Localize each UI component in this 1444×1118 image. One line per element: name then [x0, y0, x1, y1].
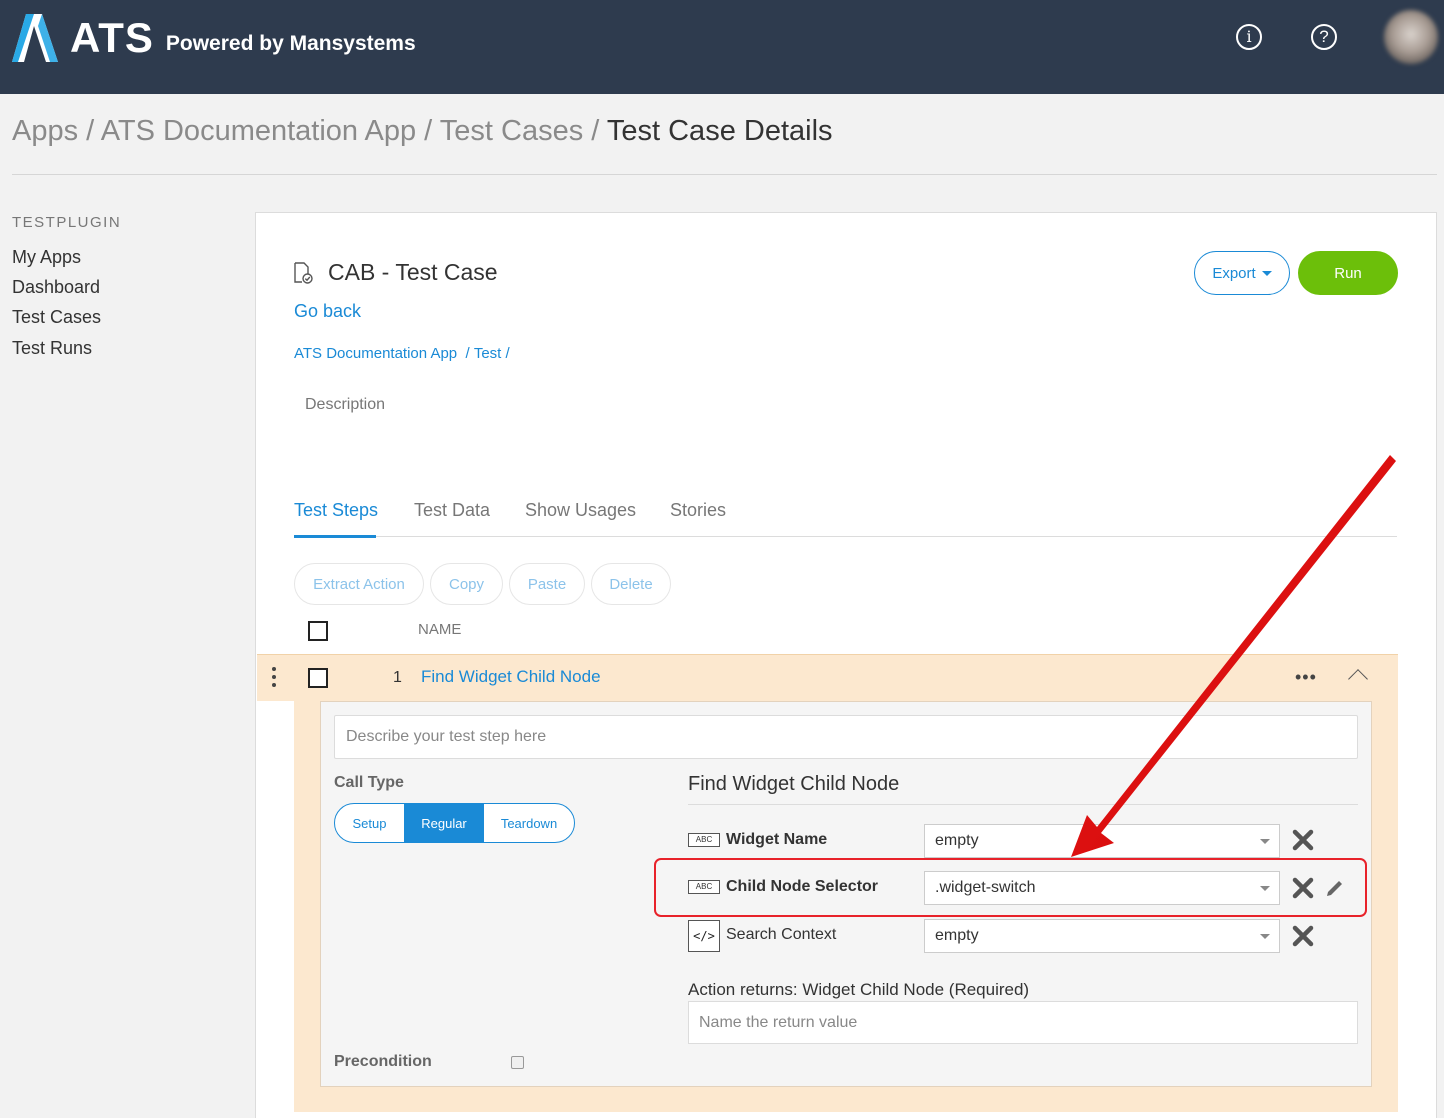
call-type-teardown[interactable]: Teardown [484, 804, 574, 842]
call-type-setup[interactable]: Setup [335, 804, 404, 842]
export-label: Export [1212, 264, 1256, 282]
test-case-path: ATS Documentation App / Test / [294, 345, 510, 362]
path-separator: / [501, 345, 510, 362]
precondition-checkbox[interactable] [511, 1056, 524, 1069]
path-folder-link[interactable]: Test [474, 345, 502, 362]
sidebar-item-test-cases[interactable]: Test Cases [12, 307, 101, 328]
test-case-title: CAB - Test Case [328, 259, 498, 285]
name-column-header: NAME [418, 621, 462, 638]
tab-stories[interactable]: Stories [670, 500, 726, 521]
code-type-icon: </> [688, 920, 720, 952]
breadcrumb: Apps / ATS Documentation App / Test Case… [12, 115, 833, 148]
top-bar: ATS Powered by Mansystems i ? [0, 0, 1444, 94]
path-separator: / [461, 345, 474, 362]
step-name-link[interactable]: Find Widget Child Node [421, 667, 601, 687]
caret-down-icon [1261, 270, 1272, 276]
precondition-label: Precondition [334, 1053, 432, 1070]
path-app-link[interactable]: ATS Documentation App [294, 345, 457, 362]
action-returns-label: Action returns: Widget Child Node (Requi… [688, 980, 1030, 999]
string-type-icon: ABC [688, 833, 720, 847]
logo-text: ATS [70, 14, 154, 61]
test-case-icon [294, 262, 313, 284]
tab-test-data[interactable]: Test Data [414, 500, 490, 521]
run-button[interactable]: Run [1298, 251, 1398, 295]
breadcrumb-current: Test Case Details [606, 115, 833, 147]
tabs-divider [294, 536, 1397, 537]
param-value-select[interactable]: empty [924, 824, 1280, 858]
extract-action-button[interactable]: Extract Action [294, 563, 424, 605]
annotation-highlight-box [654, 858, 1367, 917]
ats-logo-mark-icon [12, 14, 58, 62]
help-icon[interactable]: ? [1311, 24, 1337, 50]
param-name: Search Context [726, 926, 837, 943]
delete-button[interactable]: Delete [591, 563, 671, 605]
breadcrumb-apps[interactable]: Apps [12, 115, 78, 147]
step-description-input[interactable]: Describe your test step here [334, 715, 1358, 759]
sidebar-item-my-apps[interactable]: My Apps [12, 247, 81, 268]
row-checkbox[interactable] [308, 668, 328, 688]
select-all-checkbox[interactable] [308, 621, 328, 641]
paste-button[interactable]: Paste [509, 563, 585, 605]
param-name: Widget Name [726, 831, 828, 848]
ats-logo[interactable]: ATS Powered by Mansystems [12, 14, 416, 62]
more-options-icon[interactable]: ••• [1295, 668, 1317, 686]
tab-test-steps[interactable]: Test Steps [294, 500, 378, 521]
tab-show-usages[interactable]: Show Usages [525, 500, 636, 521]
breadcrumb-separator: / [416, 115, 440, 147]
description-label[interactable]: Description [305, 396, 385, 414]
divider [688, 804, 1358, 805]
avatar[interactable] [1384, 10, 1438, 64]
call-type-toggle: Setup Regular Teardown [334, 803, 575, 843]
return-value-input[interactable]: Name the return value [688, 1001, 1358, 1044]
sidebar-item-dashboard[interactable]: Dashboard [12, 277, 100, 298]
breadcrumb-separator: / [583, 115, 607, 147]
copy-button[interactable]: Copy [430, 563, 503, 605]
param-value-select[interactable]: empty [924, 919, 1280, 953]
info-icon[interactable]: i [1236, 24, 1262, 50]
call-type-regular[interactable]: Regular [404, 804, 484, 842]
export-button[interactable]: Export [1194, 251, 1290, 295]
drag-handle-icon[interactable] [272, 667, 276, 689]
go-back-link[interactable]: Go back [294, 301, 361, 322]
breadcrumb-test-cases[interactable]: Test Cases [440, 115, 583, 147]
active-tab-indicator [294, 535, 376, 538]
param-value: empty [935, 927, 979, 944]
dropdown-arrow-icon [1260, 934, 1270, 939]
powered-by-text: Powered by Mansystems [165, 32, 416, 55]
divider [12, 174, 1437, 175]
action-title: Find Widget Child Node [688, 773, 900, 795]
call-type-label: Call Type [334, 774, 404, 791]
step-number: 1 [393, 669, 402, 686]
param-value: empty [935, 832, 979, 849]
breadcrumb-app[interactable]: ATS Documentation App [101, 115, 416, 147]
breadcrumb-separator: / [78, 115, 101, 147]
clear-icon[interactable] [1292, 925, 1314, 947]
sidebar-heading: TESTPLUGIN [12, 214, 122, 231]
sidebar-item-test-runs[interactable]: Test Runs [12, 338, 92, 359]
dropdown-arrow-icon [1260, 839, 1270, 844]
clear-icon[interactable] [1292, 829, 1314, 851]
